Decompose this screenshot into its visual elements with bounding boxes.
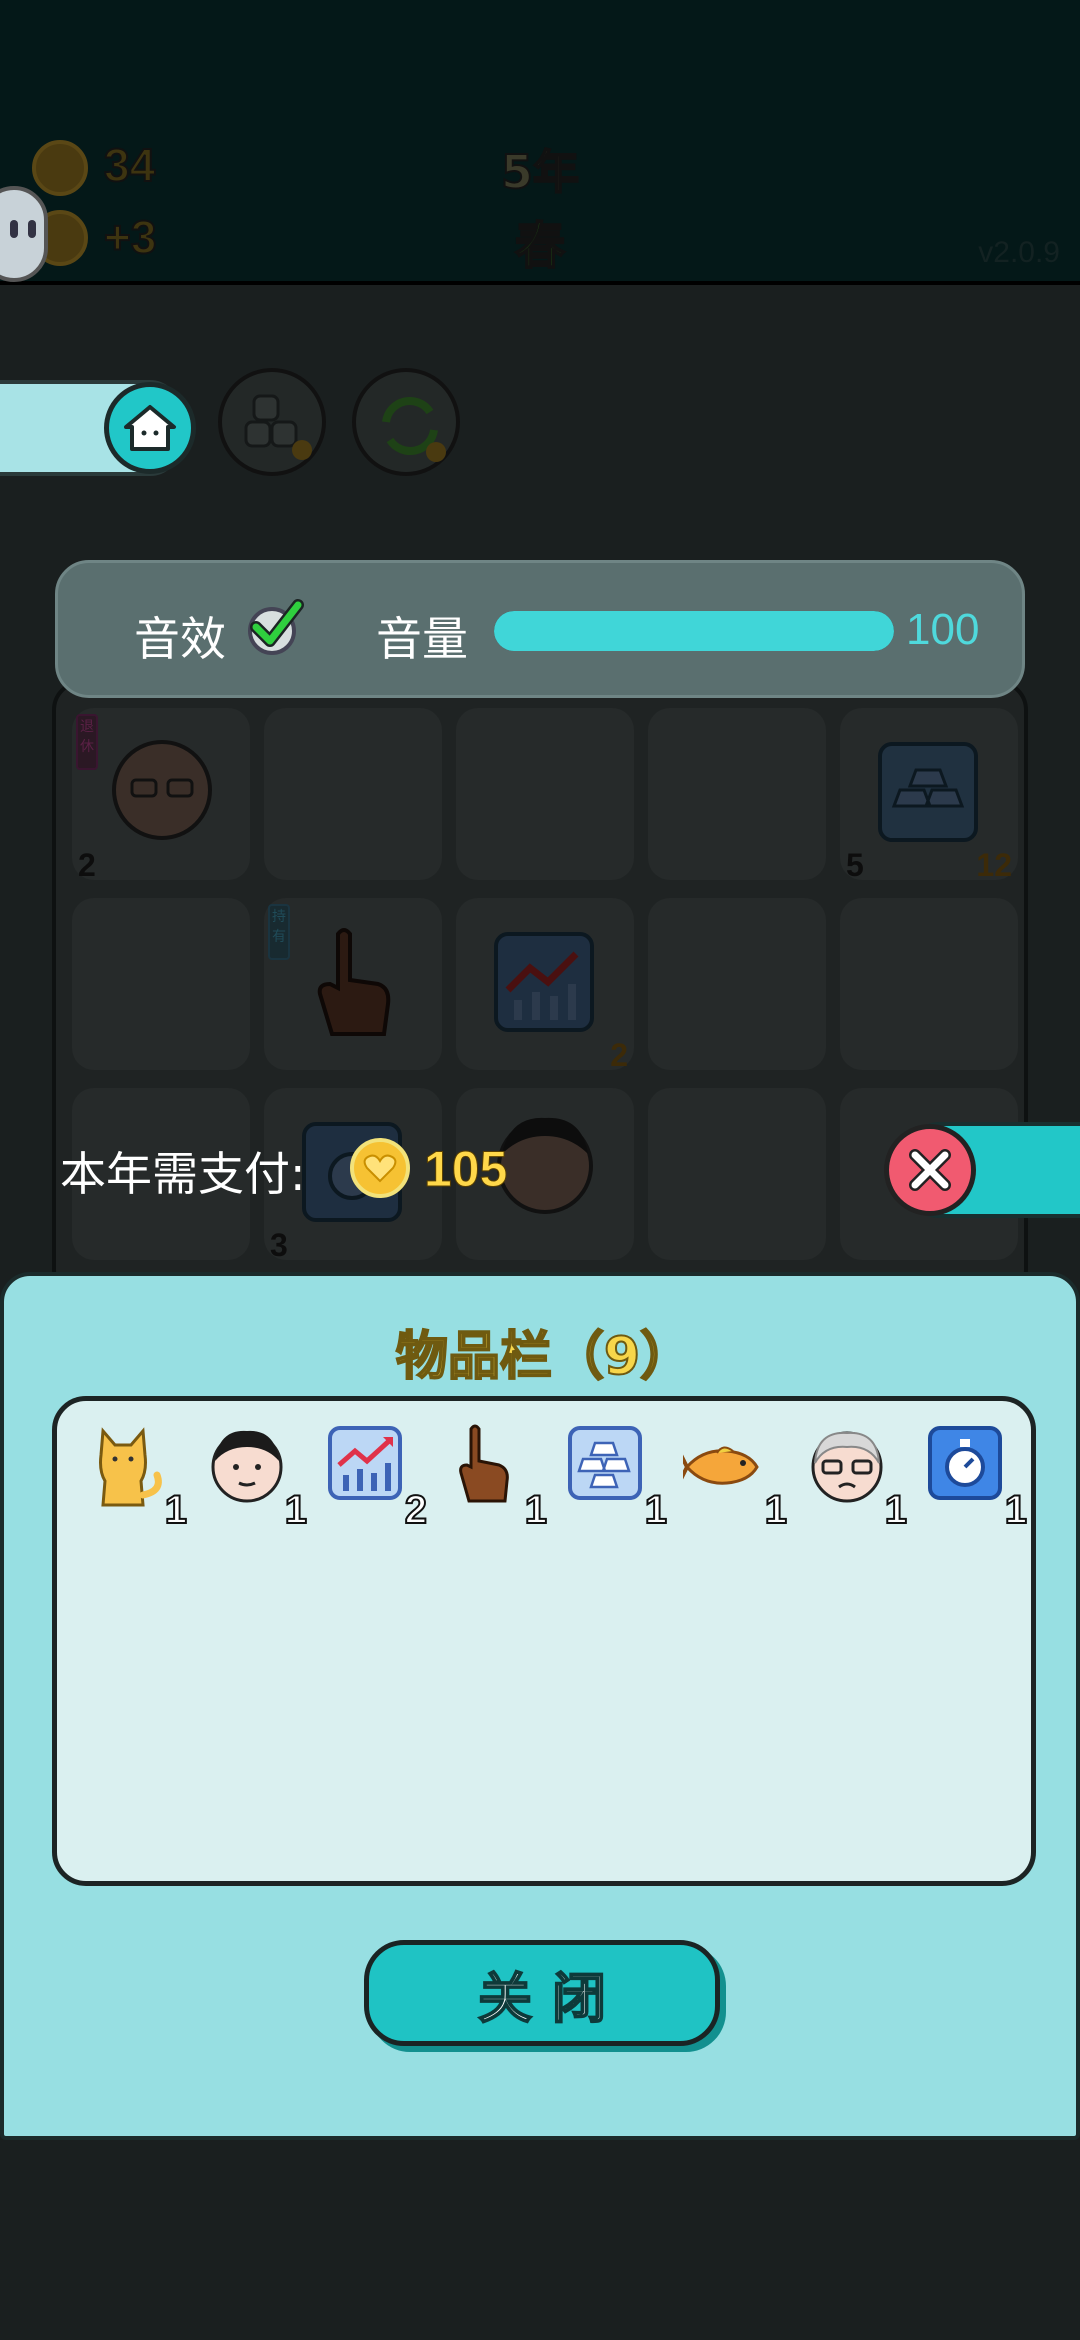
ghost-mascot-icon[interactable] — [0, 186, 48, 282]
board-cell[interactable] — [648, 708, 826, 880]
inventory-item[interactable]: 1 — [439, 1421, 549, 1533]
item-count: 1 — [284, 1487, 308, 1533]
inventory-panel: 物品栏（9） 1 1 2 1 1 1 1 1 关闭 — [0, 1272, 1080, 2140]
boxes-icon — [244, 394, 312, 460]
season-label: 春 — [514, 216, 566, 276]
item-count: 1 — [644, 1487, 668, 1533]
board-cell[interactable] — [648, 898, 826, 1070]
volume-label: 音量 — [376, 612, 468, 666]
inventory-item[interactable]: 1 — [679, 1421, 789, 1533]
item-count: 2 — [404, 1487, 428, 1533]
inventory-title: 物品栏（9） — [395, 1326, 693, 1388]
year-label: 5年 — [500, 144, 580, 200]
man-face-icon — [211, 1430, 283, 1503]
inventory-item[interactable]: 1 — [199, 1421, 309, 1533]
board-cell[interactable] — [264, 708, 442, 880]
hold-tag: 持有 — [268, 904, 290, 960]
game-board: 退休 2 5 12 持有 2 3 — [52, 680, 1028, 1300]
board-cell[interactable]: 持有 — [264, 898, 442, 1070]
inventory-item[interactable]: 1 — [559, 1421, 669, 1533]
item-count: 1 — [1004, 1487, 1028, 1533]
goldfish-icon — [683, 1446, 759, 1485]
board-cell[interactable] — [456, 708, 634, 880]
cat-icon — [99, 1427, 162, 1507]
inventory-item[interactable]: 1 — [799, 1421, 909, 1533]
payment-amount: 105 — [423, 1141, 508, 1198]
retire-tag: 退休 — [76, 714, 98, 770]
item-count: 1 — [764, 1487, 788, 1533]
inventory-item[interactable]: 2 — [319, 1421, 429, 1533]
cell-count: 2 — [610, 1037, 628, 1073]
board-cell[interactable]: 2 — [456, 898, 634, 1073]
item-count: 1 — [164, 1487, 188, 1533]
gold-bars-icon — [878, 742, 978, 842]
volume-slider-fill — [494, 611, 894, 651]
items-round-button[interactable] — [218, 368, 326, 476]
version-label: v2.0.9 — [978, 236, 1060, 269]
gold-bars-icon — [568, 1426, 642, 1500]
sound-toggle[interactable] — [248, 599, 304, 655]
board-cell[interactable]: 5 12 — [840, 708, 1018, 883]
board-cell[interactable] — [840, 898, 1018, 1070]
board-cell[interactable] — [72, 898, 250, 1070]
stopwatch-icon — [928, 1426, 1002, 1500]
cell-count-secondary: 12 — [976, 847, 1012, 883]
home-button[interactable] — [104, 382, 196, 474]
cell-count: 2 — [78, 847, 96, 883]
close-x-button[interactable] — [884, 1124, 976, 1216]
close-icon — [909, 1149, 951, 1191]
volume-value: 100 — [906, 605, 980, 654]
payment-label: 本年需支付: — [60, 1147, 306, 1201]
inventory-grid: 1 1 2 1 1 1 1 1 — [52, 1396, 1036, 1886]
board-cell[interactable] — [648, 1088, 826, 1260]
sound-label: 音效 — [134, 612, 226, 666]
board-cell[interactable]: 退休 2 — [72, 708, 250, 883]
cell-count: 3 — [270, 1227, 288, 1263]
pointer-hand-icon — [317, 928, 391, 1036]
house-icon — [124, 405, 176, 451]
close-button[interactable]: 关闭 — [364, 1940, 720, 2046]
settings-panel: 音效 音量 100 — [55, 560, 1025, 698]
top-hud: 34 +3 5年 春 v2.0.9 — [0, 0, 1080, 285]
refresh-round-button[interactable] — [352, 368, 460, 476]
stock-chart-icon — [328, 1426, 402, 1500]
stock-chart-icon — [494, 932, 594, 1032]
pointer-hand-icon — [459, 1424, 509, 1503]
old-man-icon — [811, 1431, 883, 1503]
refresh-icon — [382, 396, 446, 462]
inventory-item[interactable]: 1 — [919, 1421, 1029, 1533]
volume-slider[interactable] — [494, 611, 894, 651]
old-man-icon — [112, 740, 212, 840]
checkmark-icon — [250, 599, 304, 647]
item-count: 1 — [524, 1487, 548, 1533]
inventory-item[interactable]: 1 — [79, 1421, 189, 1533]
cell-count: 5 — [846, 847, 864, 883]
item-count: 1 — [884, 1487, 908, 1533]
heart-coin-icon — [350, 1138, 410, 1198]
